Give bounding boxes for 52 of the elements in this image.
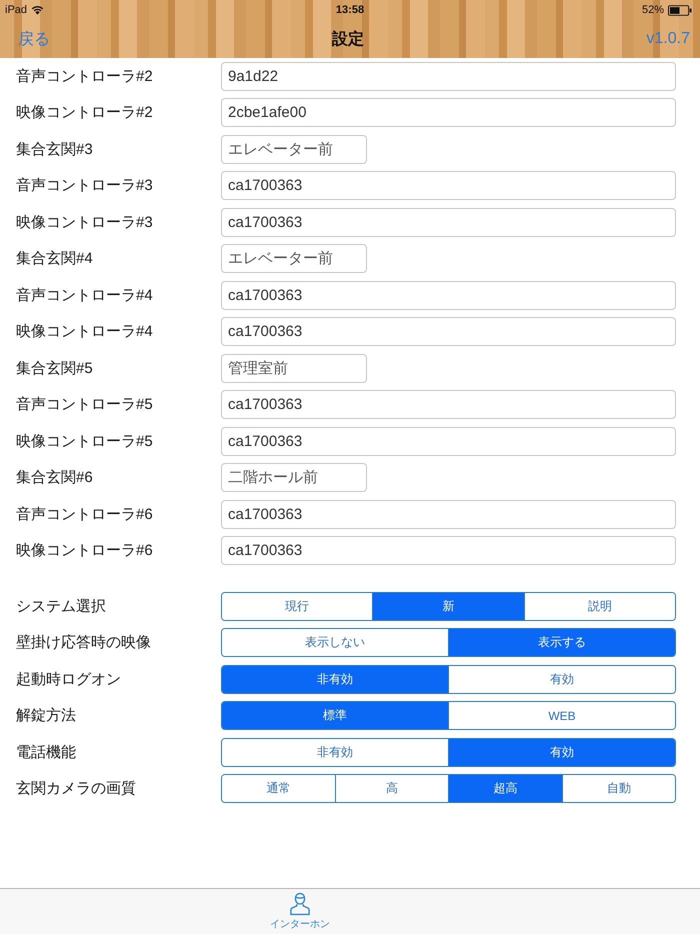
field-label: 音声コントローラ#4 [15, 286, 154, 305]
field-label: 集合玄関#6 [15, 468, 94, 488]
field-label: 集合玄関#4 [15, 249, 94, 268]
field-label: 音声コントローラ#3 [15, 176, 154, 196]
setting-label: 電話機能 [15, 742, 77, 762]
segment-button[interactable]: WEB [448, 702, 675, 730]
field-label: 音声コントローラ#2 [15, 66, 154, 86]
setting-label: 壁掛け応答時の映像 [15, 633, 152, 652]
battery-icon [668, 4, 692, 16]
setting-label: システム選択 [15, 596, 107, 616]
segment-button[interactable]: 表示する [448, 629, 675, 656]
segment-button[interactable]: 有効 [448, 666, 675, 693]
segment-button[interactable]: 説明 [524, 592, 675, 620]
text-field[interactable]: ca1700363 [221, 390, 676, 420]
segment-button[interactable]: 新 [372, 592, 524, 620]
text-field[interactable]: 二階ホール前 [221, 463, 367, 492]
battery-percent: 52% [642, 4, 664, 16]
text-field[interactable]: 管理室前 [221, 354, 367, 383]
field-label: 映像コントローラ#5 [15, 432, 154, 451]
wifi-icon [31, 5, 44, 15]
text-field[interactable]: ca1700363 [221, 426, 676, 456]
field-label: 集合玄関#5 [15, 358, 94, 378]
text-field[interactable]: ca1700363 [221, 208, 676, 237]
segment-button[interactable]: 標準 [222, 702, 448, 730]
setting-label: 玄関カメラの画質 [15, 779, 137, 798]
text-field[interactable]: 9a1d22 [221, 62, 676, 91]
segment-button[interactable]: 有効 [448, 738, 675, 766]
text-field[interactable]: ca1700363 [221, 500, 676, 529]
field-label: 映像コントローラ#6 [15, 541, 154, 560]
text-field[interactable]: エレベーター前 [221, 134, 367, 164]
field-label: 映像コントローラ#2 [15, 103, 154, 122]
setting-label: 解錠方法 [15, 706, 77, 726]
field-label: 集合玄関#3 [15, 140, 94, 159]
segment-button[interactable]: 非有効 [222, 666, 448, 693]
text-field[interactable]: ca1700363 [221, 171, 676, 200]
tab-item[interactable]: インターホン [262, 889, 338, 934]
field-label: 音声コントローラ#6 [15, 504, 154, 524]
segment-button[interactable]: 超高 [448, 775, 562, 802]
text-field[interactable]: ca1700363 [221, 280, 676, 310]
text-field[interactable]: 2cbe1afe00 [221, 98, 676, 128]
clock-time: 13:58 [336, 4, 364, 16]
segment-button[interactable]: 自動 [562, 775, 675, 802]
text-field[interactable]: ca1700363 [221, 536, 676, 566]
device-name: iPad [5, 4, 28, 16]
field-label: 音声コントローラ#5 [15, 395, 154, 414]
field-label: 映像コントローラ#3 [15, 212, 154, 232]
text-field[interactable]: ca1700363 [221, 317, 676, 346]
person-icon [290, 892, 310, 916]
field-label: 映像コントローラ#4 [15, 322, 154, 342]
setting-label: 起動時ログオン [15, 670, 122, 689]
page-title: 設定 [332, 29, 364, 50]
text-field[interactable]: エレベーター前 [221, 244, 367, 274]
